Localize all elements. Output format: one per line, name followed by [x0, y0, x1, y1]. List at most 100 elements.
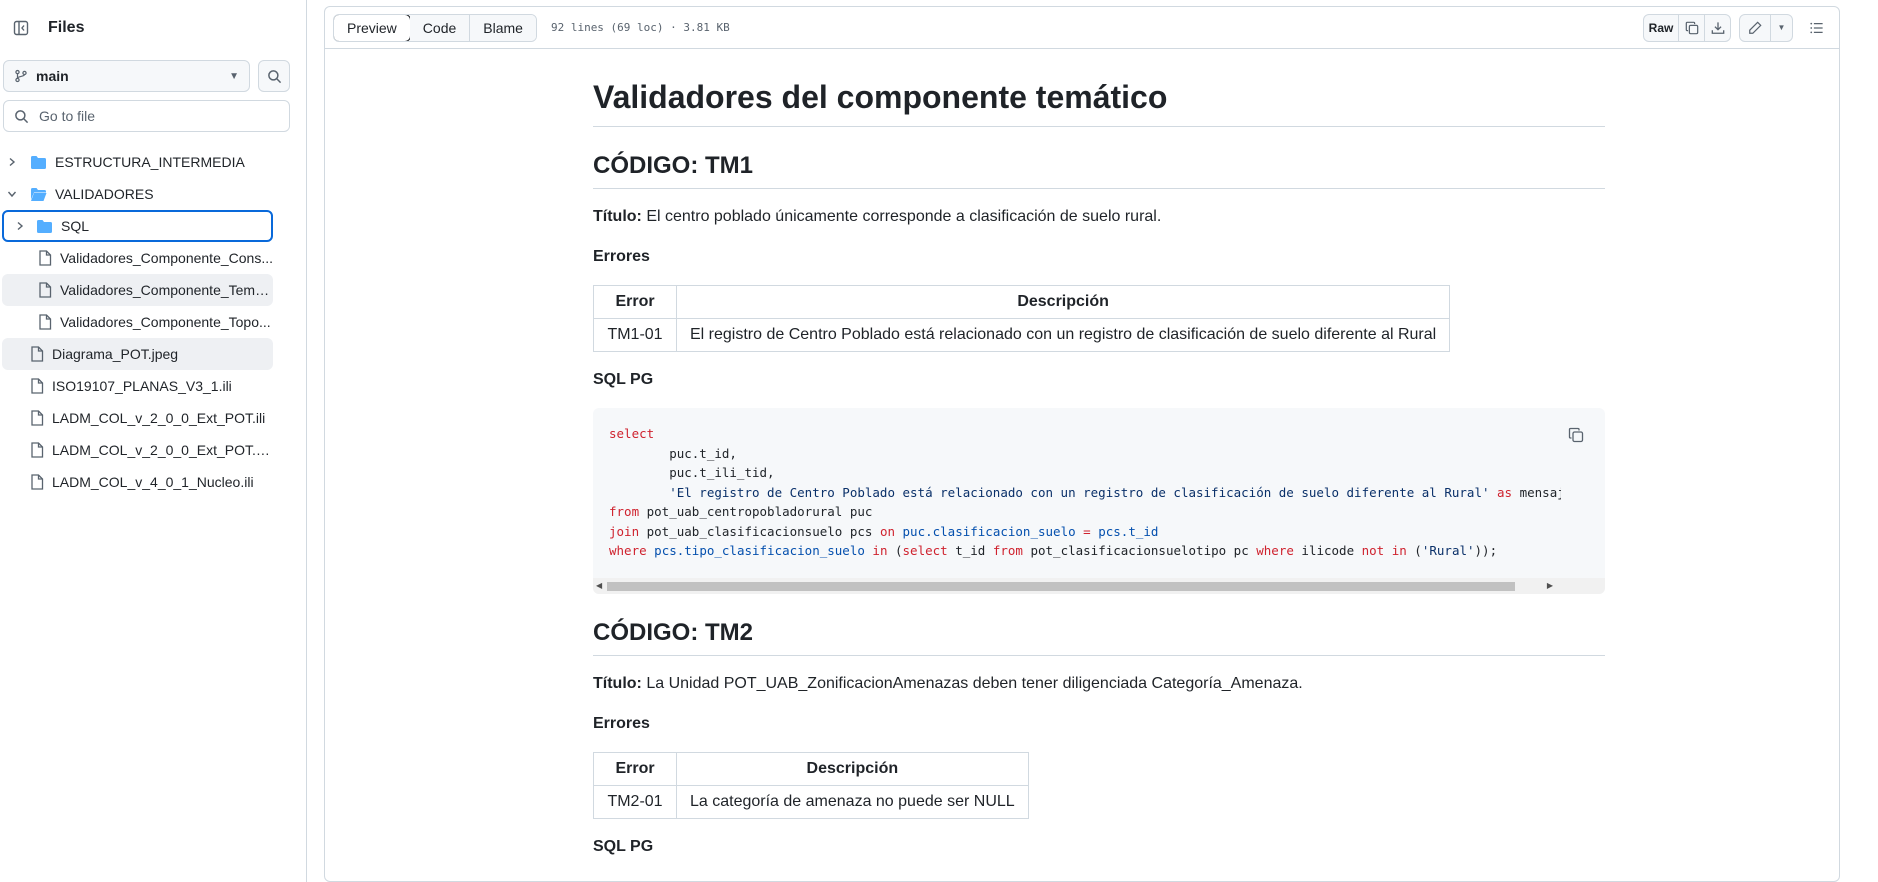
chevron-down-icon[interactable]	[4, 189, 20, 199]
titulo-text: La Unidad POT_UAB_ZonificacionAmenazas d…	[641, 675, 1303, 692]
tree-item-label: VALIDADORES	[55, 186, 154, 202]
folder-open-icon	[30, 187, 47, 202]
tree-item-file[interactable]: Validadores_Componente_Cons...	[2, 242, 273, 274]
go-to-file-input[interactable]: Go to file	[3, 100, 290, 132]
tree-item-label: LADM_COL_v_2_0_0_Ext_POT.uml	[52, 442, 273, 458]
sql-code: select puc.t_id, puc.t_ili_tid, 'El regi…	[609, 426, 1561, 558]
error-description-cell: El registro de Centro Poblado está relac…	[675, 318, 1451, 352]
tree-item-file[interactable]: LADM_COL_v_4_0_1_Nucleo.ili	[2, 466, 273, 498]
table-header-descripcion: Descripción	[676, 752, 1029, 786]
branch-name: main	[36, 68, 69, 84]
git-branch-icon	[15, 69, 27, 83]
search-icon	[267, 69, 281, 83]
section-title-tm1: Título: El centro poblado únicamente cor…	[593, 205, 1605, 229]
raw-button[interactable]: Raw	[1644, 15, 1678, 41]
file-icon	[38, 314, 52, 330]
tree-item-sql[interactable]: SQL	[2, 210, 273, 242]
error-description-cell: La categoría de amenaza no puede ser NUL…	[676, 785, 1029, 819]
error-code-cell: TM1-01	[593, 318, 677, 352]
download-button[interactable]	[1704, 14, 1730, 41]
copy-raw-button[interactable]	[1678, 14, 1704, 41]
folder-icon	[36, 219, 53, 234]
edit-actions-group: ▼	[1739, 13, 1793, 42]
file-icon	[30, 346, 44, 362]
sql-code-block-tm1: select puc.t_id, puc.t_ili_tid, 'El regi…	[593, 408, 1605, 594]
tree-item-label: Validadores_Componente_Cons...	[60, 250, 273, 266]
tree-item-label: LADM_COL_v_2_0_0_Ext_POT.ili	[52, 410, 266, 426]
table-header-descripcion: Descripción	[675, 285, 1451, 319]
file-meta: 92 lines (69 loc) · 3.81 KB	[550, 21, 730, 34]
chevron-down-icon: ▼	[229, 70, 239, 82]
table-header-error: Error	[593, 752, 677, 786]
tree-item-label: Validadores_Componente_Tema...	[60, 282, 273, 298]
sidebar-header: Files	[8, 14, 84, 42]
tree-item-label: ISO19107_PLANAS_V3_1.ili	[52, 378, 232, 394]
view-mode-tabs: Preview Code Blame	[333, 13, 537, 42]
tree-item-label: LADM_COL_v_4_0_1_Nucleo.ili	[52, 474, 254, 490]
document-title: Validadores del componente temático	[593, 57, 1605, 127]
titulo-text: El centro poblado únicamente corresponde…	[641, 208, 1162, 225]
tree-item-file-selected[interactable]: Validadores_Componente_Tema...	[2, 274, 273, 306]
triangle-down-icon: ▼	[1777, 23, 1786, 32]
branch-selector[interactable]: main ▼	[3, 60, 250, 92]
table-header-error: Error	[593, 285, 677, 319]
sql-label-tm1: SQL PG	[593, 371, 654, 388]
tree-item-label: ESTRUCTURA_INTERMEDIA	[55, 154, 245, 170]
sql-label-tm2: SQL PG	[593, 838, 654, 855]
tab-blame[interactable]: Blame	[469, 14, 536, 41]
sidebar-title: Files	[48, 19, 85, 36]
search-files-button[interactable]	[258, 60, 290, 92]
search-icon	[15, 109, 29, 123]
copy-icon	[1685, 21, 1698, 34]
chevron-right-icon[interactable]	[12, 221, 28, 231]
file-toolbar: Preview Code Blame 92 lines (69 loc) · 3…	[325, 7, 1839, 49]
copy-code-button[interactable]	[1563, 422, 1589, 448]
section-title-tm2: Título: La Unidad POT_UAB_ZonificacionAm…	[593, 672, 1605, 696]
table-row: TM2-01 La categoría de amenaza no puede …	[593, 785, 1029, 819]
tree-item-file[interactable]: ISO19107_PLANAS_V3_1.ili	[2, 370, 273, 402]
tab-code[interactable]: Code	[409, 14, 470, 41]
chevron-right-icon[interactable]	[4, 157, 20, 167]
tree-item-file[interactable]: Validadores_Componente_Topo...	[2, 306, 273, 338]
tree-item-label: SQL	[61, 218, 90, 234]
outline-button[interactable]	[1801, 14, 1831, 42]
section-heading-tm2: CÓDIGO: TM2	[593, 618, 1605, 656]
download-icon	[1711, 21, 1724, 34]
tab-preview[interactable]: Preview	[333, 14, 411, 41]
raw-actions-group: Raw	[1643, 13, 1731, 42]
scroll-right-arrow-icon[interactable]: ▶	[1547, 581, 1553, 590]
tree-item-validadores[interactable]: VALIDADORES	[2, 178, 273, 210]
markdown-body: Validadores del componente temático CÓDI…	[593, 57, 1605, 875]
file-icon	[30, 442, 44, 458]
horizontal-scrollbar[interactable]: ◀ ▶	[593, 578, 1605, 594]
file-icon	[30, 378, 44, 394]
edit-dropdown-button[interactable]: ▼	[1770, 14, 1792, 41]
file-viewer: Preview Code Blame 92 lines (69 loc) · 3…	[324, 6, 1840, 882]
titulo-label: Título:	[593, 208, 642, 225]
error-code-cell: TM2-01	[593, 785, 677, 819]
tree-item-file[interactable]: Diagrama_POT.jpeg	[2, 338, 273, 370]
file-icon	[30, 410, 44, 426]
section-heading-tm1: CÓDIGO: TM1	[593, 151, 1605, 189]
errores-label-tm1: Errores	[593, 248, 650, 265]
scroll-left-arrow-icon[interactable]: ◀	[596, 581, 602, 590]
toolbar-actions: Raw ▼	[1643, 13, 1831, 42]
file-tree: ESTRUCTURA_INTERMEDIA VALIDADORES SQL Va…	[0, 146, 307, 498]
file-icon	[38, 250, 52, 266]
go-to-file-placeholder: Go to file	[39, 108, 96, 124]
collapse-sidebar-button[interactable]	[8, 15, 34, 41]
file-tree-sidebar: Files main ▼ Go to file ESTRUCTURA_INTER…	[0, 0, 307, 882]
copy-icon	[1568, 427, 1584, 443]
edit-button[interactable]	[1740, 15, 1770, 41]
tree-item-label: Validadores_Componente_Topo...	[60, 314, 271, 330]
table-row: TM1-01 El registro de Centro Poblado est…	[593, 318, 1451, 352]
tree-item-estructura-intermedia[interactable]: ESTRUCTURA_INTERMEDIA	[2, 146, 273, 178]
tree-item-file[interactable]: LADM_COL_v_2_0_0_Ext_POT.uml	[2, 434, 273, 466]
errors-table-tm2: Error Descripción TM2-01 La categoría de…	[593, 752, 1029, 819]
list-unordered-icon	[1809, 22, 1823, 33]
sidebar-collapse-icon	[13, 20, 29, 36]
tree-item-file[interactable]: LADM_COL_v_2_0_0_Ext_POT.ili	[2, 402, 273, 434]
scrollbar-thumb[interactable]	[607, 582, 1515, 591]
errores-label-tm2: Errores	[593, 715, 650, 732]
pencil-icon	[1749, 20, 1762, 34]
